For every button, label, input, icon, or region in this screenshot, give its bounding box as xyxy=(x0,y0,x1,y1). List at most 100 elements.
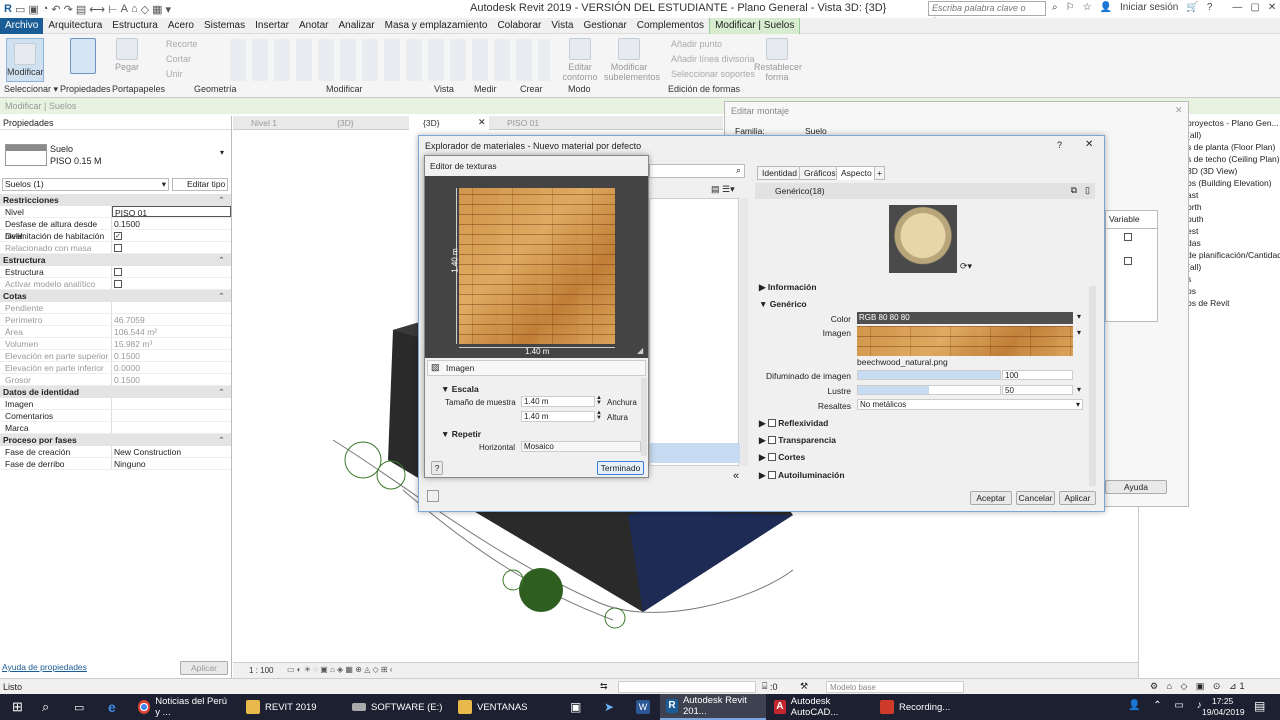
accept-button[interactable]: Aceptar xyxy=(970,491,1012,505)
help-icon[interactable]: ? xyxy=(1207,2,1213,13)
property-value[interactable]: 46.7059 xyxy=(112,314,231,325)
view-controls-icons[interactable]: ▭ ◐ ☀ ◌ ▣ ⌂ ◈ ▦ ⊕ ◬ ◇ ⊞ ‹ xyxy=(287,665,392,674)
tab-identidad[interactable]: Identidad xyxy=(757,166,802,180)
signin-link[interactable]: Iniciar sesión xyxy=(1120,2,1178,13)
variable-checkbox[interactable] xyxy=(1124,233,1132,241)
resize-handle-icon[interactable]: ◢ xyxy=(637,346,643,355)
taskbar-folder-ventanas[interactable]: VENTANAS xyxy=(452,694,556,720)
subscription-icon[interactable]: ⚐ xyxy=(1066,2,1075,13)
gloss-slider[interactable] xyxy=(857,385,1001,395)
property-section[interactable]: Cotas ⌃ xyxy=(0,290,231,302)
height-spinner[interactable]: ▲ ▼ xyxy=(596,410,602,421)
browser-item[interactable]: (all) xyxy=(1187,262,1201,272)
revit-logo-icon[interactable]: R xyxy=(4,3,12,16)
tab-view-nivel1[interactable]: Nivel 1 xyxy=(237,116,319,130)
taskbar-chrome[interactable]: Noticias del Perú y ... xyxy=(132,694,240,720)
add-point-tool[interactable]: Añadir punto xyxy=(671,39,722,49)
switch-windows-icon[interactable]: ▾ xyxy=(166,3,172,16)
collapse-icon[interactable]: ⌃ xyxy=(218,254,225,266)
property-checkbox[interactable] xyxy=(114,279,122,288)
view-3d-icon[interactable]: ⌂ xyxy=(131,3,138,16)
library-search-input[interactable]: ⌕ xyxy=(649,164,745,178)
close-button[interactable]: ✕ xyxy=(1268,2,1276,13)
tab-archivo[interactable]: Archivo xyxy=(0,17,44,34)
cancel-button[interactable]: Cancelar xyxy=(1016,491,1055,505)
worksets-icon[interactable]: ⇆ xyxy=(600,681,608,692)
property-value[interactable] xyxy=(112,398,231,409)
library-icon[interactable] xyxy=(427,490,439,502)
tab-arquitectura[interactable]: Arquitectura xyxy=(43,18,107,34)
chevron-down-icon[interactable]: ▾ xyxy=(1077,312,1081,321)
property-value[interactable]: PISO 01 xyxy=(112,206,231,218)
close-hidden-icon[interactable]: ▦ xyxy=(152,3,162,16)
tab-estructura[interactable]: Estructura xyxy=(107,18,163,34)
replace-asset-icon[interactable]: ▯ xyxy=(1085,185,1090,196)
select-supports-tool[interactable]: Seleccionar soportes xyxy=(671,69,755,79)
editable-icon[interactable]: ⚒ xyxy=(800,681,808,692)
help-icon[interactable]: ? xyxy=(1057,140,1062,150)
close-icon[interactable]: ✕ xyxy=(1085,139,1093,150)
type-selector[interactable]: Suelo PISO 0.15 M ▾ xyxy=(2,132,230,178)
browser-item[interactable]: de planificación/Cantidad xyxy=(1187,250,1280,260)
add-tab-button[interactable]: + xyxy=(874,166,885,180)
section-icon[interactable]: ◇ xyxy=(141,3,149,16)
property-value[interactable] xyxy=(112,422,231,433)
property-value[interactable]: 0.0000 xyxy=(112,362,231,373)
property-value[interactable] xyxy=(112,278,231,289)
autoiluminacion-checkbox[interactable] xyxy=(767,470,776,479)
scrollbar[interactable] xyxy=(641,378,647,456)
print-icon[interactable]: ▤ xyxy=(76,3,86,16)
design-option-select[interactable]: Modelo base xyxy=(826,681,964,693)
preview-options-icon[interactable]: ⟳▾ xyxy=(960,261,972,272)
tab-view-3d-a[interactable]: {3D} xyxy=(323,116,405,130)
collapse-icon[interactable]: ⌃ xyxy=(218,434,225,446)
redo-icon[interactable]: ↷ xyxy=(64,3,73,16)
favorites-icon[interactable]: ☆ xyxy=(1083,2,1092,13)
cut-profile-tool[interactable]: Recorte xyxy=(166,39,198,49)
measure-icon[interactable]: ⟷ xyxy=(89,3,105,16)
property-value[interactable] xyxy=(112,242,231,253)
property-value[interactable]: Ninguno xyxy=(112,458,231,469)
properties-help-link[interactable]: Ayuda de propiedades xyxy=(2,662,87,672)
repeat-section[interactable]: ▼ Repetir xyxy=(441,429,481,439)
tab-sistemas[interactable]: Sistemas xyxy=(199,18,250,34)
height-input[interactable]: 1.40 m xyxy=(521,411,595,422)
property-section[interactable]: Datos de identidad ⌃ xyxy=(0,386,231,398)
tab-view-3d-b[interactable]: {3D} xyxy=(409,116,489,130)
group-seleccionar[interactable]: Seleccionar ▾ xyxy=(4,84,58,95)
scale-section[interactable]: ▼ Escala xyxy=(441,384,479,394)
user-icon[interactable]: 👤 xyxy=(1100,2,1112,13)
scrollbar[interactable] xyxy=(740,198,748,466)
search-icon[interactable]: ⌕ xyxy=(1052,2,1058,13)
reset-shape-button[interactable]: Restablecer forma xyxy=(754,38,802,82)
section-autoiluminacion[interactable]: ▶ Autoiluminación xyxy=(759,470,845,481)
search-input[interactable]: Escriba palabra clave o frase xyxy=(928,1,1046,26)
browser-item[interactable]: outh xyxy=(1187,214,1204,224)
minimize-button[interactable]: — xyxy=(1232,2,1242,13)
property-value[interactable] xyxy=(112,302,231,313)
chevron-down-icon[interactable]: ▾ xyxy=(220,148,224,157)
browser-item[interactable]: os de Revit xyxy=(1187,298,1230,308)
taskbar-recording[interactable]: Recording... xyxy=(874,694,978,720)
paste-button[interactable]: Pegar xyxy=(112,38,142,72)
section-transparencia[interactable]: ▶ Transparencia xyxy=(759,435,836,446)
edit-assembly-help-button[interactable]: Ayuda xyxy=(1105,480,1167,494)
taskbar-revit[interactable]: R Autodesk Revit 201... xyxy=(660,694,766,720)
scrollbar[interactable] xyxy=(1089,286,1096,486)
system-tray-icons[interactable]: 👤 ⌃ ▭ ♪ xyxy=(1128,700,1207,711)
cart-icon[interactable]: 🛒 xyxy=(1186,2,1198,13)
texture-help-button[interactable]: ? xyxy=(431,461,443,475)
property-value[interactable]: New Construction xyxy=(112,446,231,457)
browser-item[interactable]: s de techo (Ceiling Plan) xyxy=(1187,154,1280,164)
transparencia-checkbox[interactable] xyxy=(767,435,776,444)
tab-insertar[interactable]: Insertar xyxy=(250,18,294,34)
taskbar-media-icon[interactable]: ➤ xyxy=(598,694,620,720)
section-generico[interactable]: ▼ Genérico xyxy=(759,299,807,309)
material-preview-sphere[interactable] xyxy=(889,205,957,273)
property-value[interactable] xyxy=(112,410,231,421)
property-value[interactable]: 0.1500 xyxy=(112,374,231,385)
collapse-icon[interactable]: « xyxy=(733,470,739,482)
browser-item[interactable]: proyectos - Plano Gen... xyxy=(1187,118,1279,128)
image-section[interactable]: ▨ Imagen xyxy=(427,360,646,376)
property-section[interactable]: Proceso por fases ⌃ xyxy=(0,434,231,446)
